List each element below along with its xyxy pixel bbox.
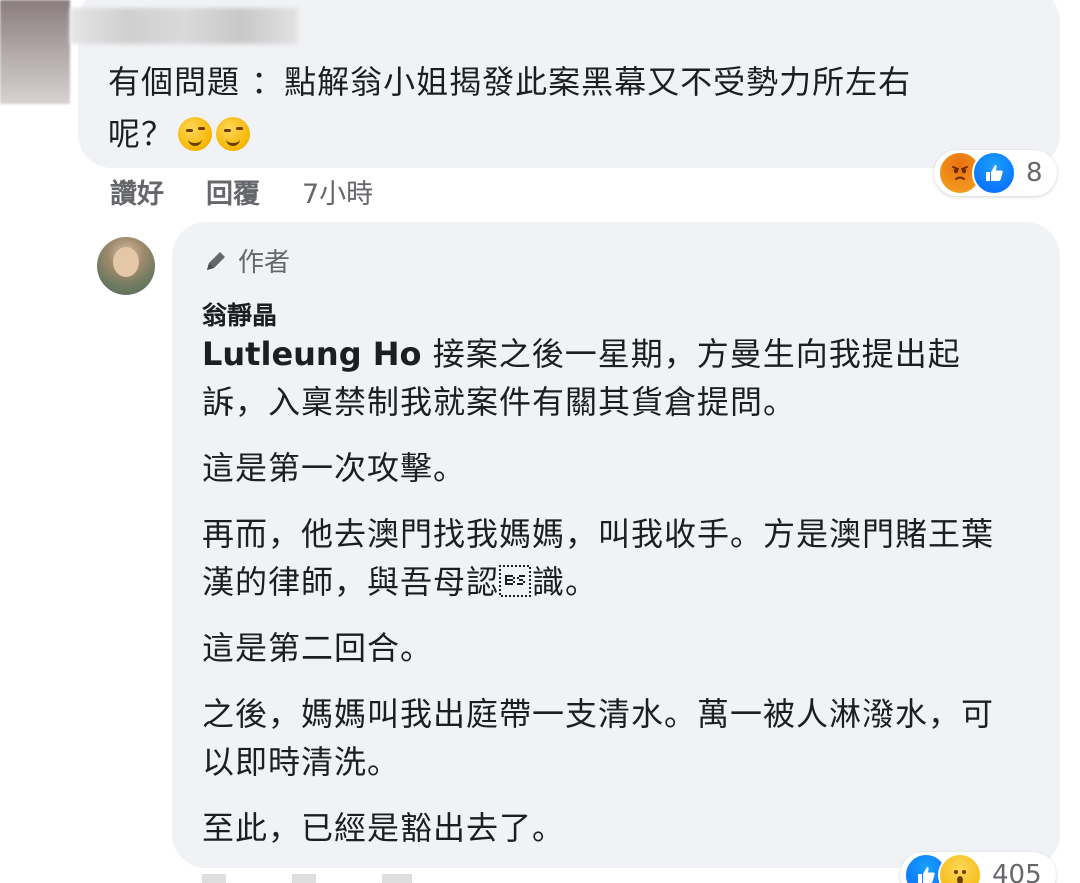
commenter-name-blurred[interactable] [70,8,298,44]
comment-text: 有個問題 ：點解翁小姐揭發此案黑幕又不受勢力所左右 呢？ [108,56,1028,160]
reply-paragraph: Lutleung Ho 接案之後一星期，方曼生向我提出起訴，入稟禁制我就案件有關… [202,335,961,421]
reply-paragraph: 之後，媽媽叫我出庭帶一支清水。萬一被人淋潑水，可以即時清洗。 [202,695,995,781]
comment-thread: 有個問題 ：點解翁小姐揭發此案黑幕又不受勢力所左右 呢？ 8 讚好 回覆 7小時 [0,0,1080,883]
comment-text-line: 呢？ [108,115,175,153]
reaction-count: 405 [992,860,1042,883]
wink-icon [216,117,251,151]
like-icon [972,151,1016,195]
reply-paragraph: 這是第二回合。 [202,629,434,667]
comment-actions: 讚好 回覆 7小時 [110,172,373,211]
reply-paragraph: 這是第一次攻擊。 [202,449,467,487]
reply-text: Lutleung Ho 接案之後一星期，方曼生向我提出起訴，入稟禁制我就案件有關… [202,330,1022,870]
reply-author-name[interactable]: 翁靜晶 [202,296,277,332]
reply-actions-cropped [202,874,502,883]
pen-icon [207,251,225,270]
commenter-avatar-blurred[interactable] [0,0,70,104]
reply-paragraph: 再而，他去澳門找我媽媽，叫我收手。方是澳門賭王葉漢的律師，與吾母認識。 [202,515,995,601]
reply-reactions[interactable]: 405 [900,852,1056,883]
comment-text-line: 有個問題 ：點解翁小姐揭發此案黑幕又不受勢力所左右 [108,63,912,101]
author-badge-label: 作者 [238,248,291,278]
author-badge: 作者 [202,242,290,279]
wow-icon [938,853,982,883]
comment-reactions[interactable]: 8 [934,150,1057,196]
author-avatar[interactable] [97,237,155,295]
reaction-count: 8 [1026,158,1043,188]
timestamp[interactable]: 7小時 [302,172,373,211]
mention-link[interactable]: Lutleung Ho [202,335,422,373]
like-link[interactable]: 讚好 [110,172,164,211]
reply-paragraph: 至此，已經是豁出去了。 [202,809,566,847]
reply-link[interactable]: 回覆 [206,172,260,211]
wink-icon [178,117,213,151]
